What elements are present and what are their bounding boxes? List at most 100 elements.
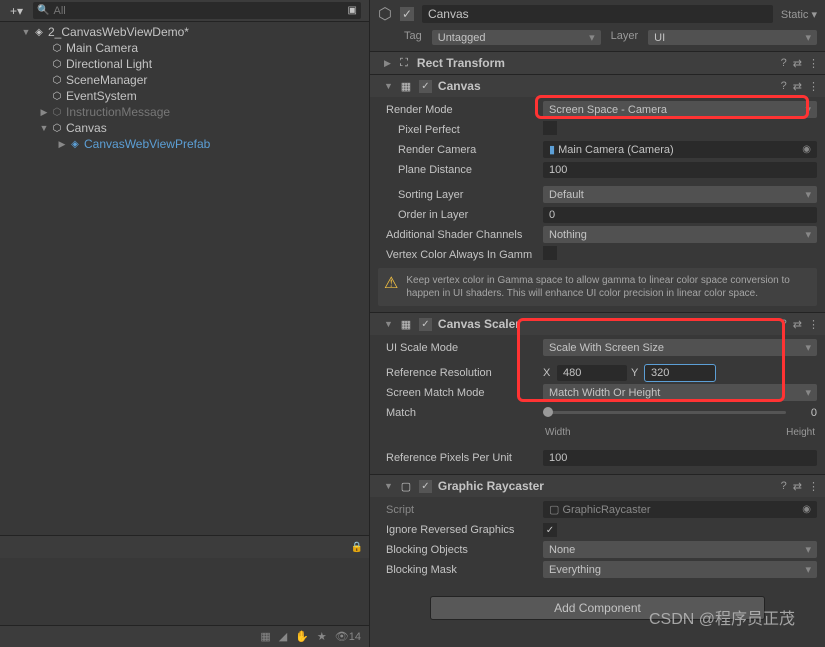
tag-dropdown[interactable]: Untagged [432,30,601,45]
menu-icon[interactable]: ⋮ [808,480,819,493]
hierarchy-item[interactable]: ⬡ Main Camera [0,40,369,56]
menu-icon[interactable]: ⋮ [808,80,819,93]
foldout-icon[interactable]: ▶ [56,139,68,150]
component-header[interactable]: ▼ ▦ ✓ Canvas Scaler ?⇄⋮ [370,313,825,335]
picker-icon[interactable]: ▦ [260,630,270,643]
order-in-layer-label: Order in Layer [378,209,543,221]
blocking-mask-dropdown[interactable]: Everything [543,561,817,578]
item-label: Main Camera [66,41,138,55]
component-header[interactable]: ▼ ▦ ✓ Canvas ?⇄⋮ [370,75,825,97]
ref-res-label: Reference Resolution [378,367,543,379]
ref-ppu-field[interactable] [543,450,817,466]
gameobject-icon: ⬡ [50,43,64,54]
hierarchy-item[interactable]: ⬡ Directional Light [0,56,369,72]
order-in-layer-field[interactable] [543,207,817,223]
foldout-icon[interactable]: ▼ [38,123,50,133]
search-overlay-icon[interactable]: ▣ [348,5,357,16]
component-enabled-checkbox[interactable]: ✓ [419,318,432,331]
hierarchy-item[interactable]: ▼ ⬡ Canvas [0,120,369,136]
help-icon[interactable]: ? [781,318,787,331]
layer-label: Layer [611,30,639,45]
foldout-icon[interactable]: ▼ [384,481,393,491]
gameobject-icon: ⬡ [50,59,64,70]
ui-scale-mode-label: UI Scale Mode [378,342,543,354]
hierarchy-footer: ▦ ◢ ✋ ★ 👁 14 [0,625,369,647]
static-toggle[interactable]: Static ▾ [781,8,817,21]
x-label: X [543,367,553,379]
vertex-color-label: Vertex Color Always In Gamm [378,249,543,261]
foldout-icon[interactable]: ▶ [38,107,50,118]
add-component-button[interactable]: Add Component [430,596,765,620]
foldout-icon[interactable]: ▼ [20,27,32,37]
unity-icon: ◈ [32,27,46,38]
pixel-perfect-checkbox[interactable] [543,121,557,135]
layers-icon[interactable]: ◢ [279,630,287,643]
render-camera-field[interactable]: ▮ Main Camera (Camera) [543,141,817,158]
item-label: EventSystem [66,89,137,103]
warning-text: Keep vertex color in Gamma space to allo… [406,274,811,300]
sorting-layer-dropdown[interactable]: Default [543,186,817,203]
search-icon: 🔍 [37,5,49,16]
ui-scale-mode-dropdown[interactable]: Scale With Screen Size [543,339,817,356]
ignore-reversed-label: Ignore Reversed Graphics [378,524,543,536]
help-icon[interactable]: ? [781,80,787,93]
item-label: CanvasWebViewPrefab [84,137,210,151]
preset-icon[interactable]: ⇄ [793,57,802,70]
help-icon[interactable]: ? [781,57,787,70]
blocking-objects-dropdown[interactable]: None [543,541,817,558]
script-field: ▢ GraphicRaycaster [543,501,817,518]
create-dropdown[interactable]: +▾ [4,4,29,18]
foldout-icon[interactable]: ▶ [384,58,391,69]
visibility-count[interactable]: 👁 14 [335,630,361,643]
additional-shader-dropdown[interactable]: Nothing [543,226,817,243]
inspector-panel: ⬡ ✓ Static ▾ Tag Untagged Layer UI ▶ ⛶ R… [370,0,825,647]
help-icon[interactable]: ? [781,480,787,493]
preset-icon[interactable]: ⇄ [793,480,802,493]
layer-dropdown[interactable]: UI [648,30,817,45]
star-icon[interactable]: ★ [317,630,327,643]
gameobject-icon: ⬡ [50,91,64,102]
match-mode-label: Screen Match Mode [378,387,543,399]
item-label: Canvas [66,121,107,135]
hierarchy-item-selected[interactable]: ▶ ◈ CanvasWebViewPrefab [0,136,369,152]
gameobject-icon: ⬡ [50,123,64,134]
menu-icon[interactable]: ⋮ [808,318,819,331]
tag-label: Tag [404,30,422,45]
inspector-header: ⬡ ✓ Static ▾ [370,0,825,28]
component-title: Canvas Scaler [438,317,775,331]
auto-icon[interactable]: 🔒 [351,542,363,553]
component-header[interactable]: ▶ ⛶ Rect Transform ?⇄⋮ [370,52,825,74]
ignore-reversed-checkbox[interactable]: ✓ [543,523,557,537]
vertex-color-checkbox[interactable] [543,246,557,260]
render-mode-dropdown[interactable]: Screen Space - Camera [543,101,817,118]
raycaster-icon: ▢ [399,480,413,493]
console-panel: 🔒 [0,535,369,625]
hierarchy-item[interactable]: ⬡ EventSystem [0,88,369,104]
rect-transform-icon: ⛶ [397,57,411,70]
match-slider[interactable] [543,411,786,414]
search-input[interactable] [53,5,347,17]
ref-res-y-field[interactable] [645,365,715,381]
preset-icon[interactable]: ⇄ [793,318,802,331]
hierarchy-search[interactable]: 🔍 ▣ [33,2,361,19]
y-label: Y [631,367,641,379]
enabled-checkbox[interactable]: ✓ [400,7,414,21]
foldout-icon[interactable]: ▼ [384,319,393,329]
component-header[interactable]: ▼ ▢ ✓ Graphic Raycaster ?⇄⋮ [370,475,825,497]
scene-row[interactable]: ▼ ◈ 2_CanvasWebViewDemo* [0,24,369,40]
ref-res-x-field[interactable] [557,365,627,381]
object-name-field[interactable] [422,5,773,23]
hand-icon[interactable]: ✋ [295,630,309,643]
menu-icon[interactable]: ⋮ [808,57,819,70]
hierarchy-item[interactable]: ▶ ⬡ InstructionMessage [0,104,369,120]
sorting-layer-label: Sorting Layer [378,189,543,201]
preset-icon[interactable]: ⇄ [793,80,802,93]
hierarchy-item[interactable]: ⬡ SceneManager [0,72,369,88]
component-enabled-checkbox[interactable]: ✓ [419,480,432,493]
foldout-icon[interactable]: ▼ [384,81,393,91]
component-enabled-checkbox[interactable]: ✓ [419,80,432,93]
item-label: Directional Light [66,57,152,71]
hierarchy-panel: +▾ 🔍 ▣ ▼ ◈ 2_CanvasWebViewDemo* ⬡ Main C… [0,0,370,647]
match-mode-dropdown[interactable]: Match Width Or Height [543,384,817,401]
plane-distance-field[interactable] [543,162,817,178]
